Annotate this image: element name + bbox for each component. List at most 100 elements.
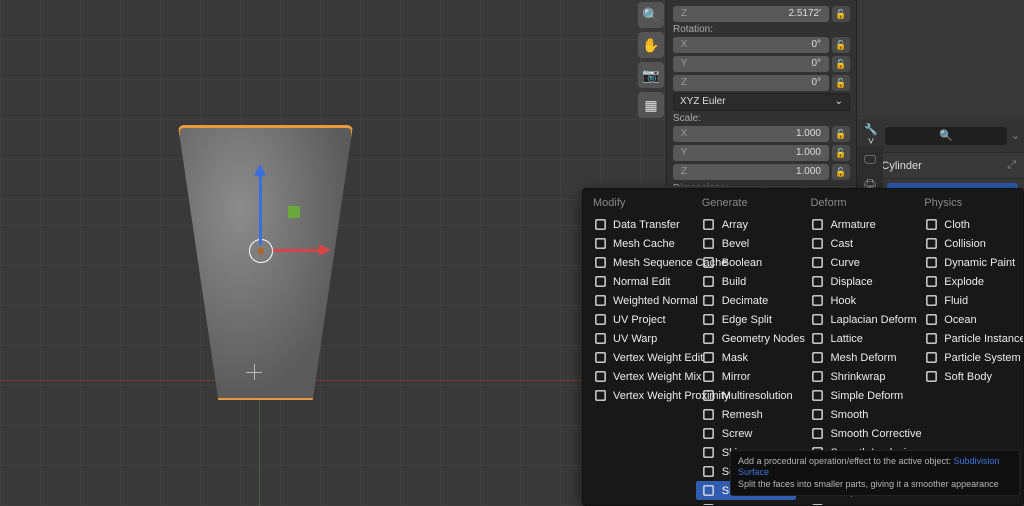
modifier-item-cast[interactable]: Cast (804, 234, 910, 253)
modifier-item-explode[interactable]: Explode (918, 272, 1019, 291)
rotation-mode-dropdown[interactable]: XYZ Euler ⌄ (673, 93, 850, 111)
modifier-item-label: Cast (830, 238, 853, 250)
modifier-item-mirror[interactable]: Mirror (696, 367, 797, 386)
scale-z-input[interactable]: 1.000 (695, 164, 829, 180)
modifier-item-ocean[interactable]: Ocean (918, 310, 1019, 329)
chevron-down-icon: ⌄ (835, 93, 843, 111)
move-view-icon[interactable]: ✋ (638, 32, 664, 58)
viewport-tool-column: 🔍 ✋ 📷 ▦ (636, 0, 666, 120)
modifier-item-label: Boolean (722, 257, 762, 269)
hook-icon (810, 294, 824, 308)
geo-nodes-icon (702, 332, 716, 346)
tooltip: Add a procedural operation/effect to the… (730, 450, 1020, 496)
loc-z-input[interactable]: 2.5172' (695, 6, 829, 22)
rot-x-label: X (673, 37, 695, 53)
modifier-item-lattice[interactable]: Lattice (804, 329, 910, 348)
rot-x-input[interactable]: 0° (695, 37, 829, 53)
camera-icon[interactable]: 📷 (638, 62, 664, 88)
gizmo-x-arrow[interactable] (273, 249, 325, 252)
lock-icon[interactable]: 🔓 (832, 37, 850, 53)
modifier-item-laplacian[interactable]: Laplacian Deform (804, 310, 910, 329)
modifier-item-normal[interactable]: Normal Edit (587, 272, 688, 291)
modifier-item-dynpaint[interactable]: Dynamic Paint (918, 253, 1019, 272)
lock-icon[interactable]: 🔓 (832, 6, 850, 22)
modifier-item-label: Soft Body (944, 371, 992, 383)
modifier-item-geo-nodes[interactable]: Geometry Nodes (696, 329, 797, 348)
pin-icon[interactable]: ⤢ (1007, 159, 1016, 172)
editor-type-icon[interactable]: 🔧˅ (861, 123, 881, 148)
particle-inst-icon (924, 332, 938, 346)
render-tab-icon[interactable]: 🖵 (857, 146, 883, 172)
modifier-item-hook[interactable]: Hook (804, 291, 910, 310)
loc-z-label: Z (673, 6, 695, 22)
zoom-icon[interactable]: 🔍 (638, 2, 664, 28)
modifier-item-label: Data Transfer (613, 219, 680, 231)
modifier-item-shrinkwrap[interactable]: Shrinkwrap (804, 367, 910, 386)
modifier-item-cloth[interactable]: Cloth (918, 215, 1019, 234)
modifier-item-decimate[interactable]: Decimate (696, 291, 797, 310)
modifier-item-armature[interactable]: Armature (804, 215, 910, 234)
modifier-item-vwp[interactable]: Vertex Weight Proximity (587, 386, 688, 405)
gizmo-z-arrow[interactable] (259, 170, 262, 245)
modifier-item-particle-sys[interactable]: Particle System (918, 348, 1019, 367)
npanel-transform: Z 2.5172' 🔓 Rotation: X 0° 🔓 Y 0° 🔓 Z 0°… (666, 0, 856, 186)
scale-y-input[interactable]: 1.000 (695, 145, 829, 161)
modifier-item-particle-inst[interactable]: Particle Instance (918, 329, 1019, 348)
rot-y-input[interactable]: 0° (695, 56, 829, 72)
normal-icon (593, 275, 607, 289)
softbody-icon (924, 370, 938, 384)
modifier-item-softbody[interactable]: Soft Body (918, 367, 1019, 386)
modifier-item-screw[interactable]: Screw (696, 424, 797, 443)
modifier-item-triangulate[interactable]: Triangulate (696, 500, 797, 506)
rot-z-input[interactable]: 0° (695, 75, 829, 91)
dimensions-label: Dimensions: (673, 183, 850, 186)
modifier-item-smooth[interactable]: Smooth (804, 405, 910, 424)
modifier-item-multires[interactable]: Multiresolution (696, 386, 797, 405)
modifier-item-displace[interactable]: Displace (804, 272, 910, 291)
modifier-item-mesh-seq[interactable]: Mesh Sequence Cache (587, 253, 688, 272)
modifier-item-mesh-cache[interactable]: Mesh Cache (587, 234, 688, 253)
lock-icon[interactable]: 🔓 (832, 145, 850, 161)
scale-x-input[interactable]: 1.000 (695, 126, 829, 142)
modifier-item-build[interactable]: Build (696, 272, 797, 291)
modifier-item-mask[interactable]: Mask (696, 348, 797, 367)
gizmo-xy-plane[interactable] (288, 206, 300, 218)
modifier-item-label: Curve (830, 257, 859, 269)
object-name[interactable]: Cylinder (881, 160, 921, 172)
modifier-item-label: Smooth (830, 409, 868, 421)
modifier-item-label: Mesh Cache (613, 238, 675, 250)
lock-icon[interactable]: 🔓 (832, 126, 850, 142)
modifier-item-wave[interactable]: Wave (804, 500, 910, 506)
persp-toggle-icon[interactable]: ▦ (638, 92, 664, 118)
properties-search-input[interactable]: 🔍 (885, 127, 1007, 145)
modifier-item-boolean[interactable]: Boolean (696, 253, 797, 272)
remesh-icon (702, 408, 716, 422)
modifier-item-data-transfer[interactable]: Data Transfer (587, 215, 688, 234)
lattice-icon (810, 332, 824, 346)
modifier-item-mesh-deform[interactable]: Mesh Deform (804, 348, 910, 367)
modifier-item-simple[interactable]: Simple Deform (804, 386, 910, 405)
lock-icon[interactable]: 🔓 (832, 164, 850, 180)
screw-icon (702, 427, 716, 441)
modifier-item-vwm[interactable]: Vertex Weight Mix (587, 367, 688, 386)
modifier-item-remesh[interactable]: Remesh (696, 405, 797, 424)
data-transfer-icon (593, 218, 607, 232)
simple-icon (810, 389, 824, 403)
modifier-item-vwe[interactable]: Vertex Weight Edit (587, 348, 688, 367)
modifier-item-curve[interactable]: Curve (804, 253, 910, 272)
modifier-item-collision[interactable]: Collision (918, 234, 1019, 253)
modifier-item-uv-project[interactable]: UV Project (587, 310, 688, 329)
lock-icon[interactable]: 🔓 (832, 75, 850, 91)
modifier-item-weighted[interactable]: Weighted Normal (587, 291, 688, 310)
explode-icon (924, 275, 938, 289)
modifier-item-edge-split[interactable]: Edge Split (696, 310, 797, 329)
lock-icon[interactable]: 🔓 (832, 56, 850, 72)
modifier-item-uv-warp[interactable]: UV Warp (587, 329, 688, 348)
chevron-down-icon[interactable]: ⌄ (1011, 129, 1020, 142)
wave-icon (810, 503, 824, 506)
modifier-item-label: Array (722, 219, 748, 231)
modifier-item-array[interactable]: Array (696, 215, 797, 234)
modifier-item-bevel[interactable]: Bevel (696, 234, 797, 253)
modifier-item-smooth-corr[interactable]: Smooth Corrective (804, 424, 910, 443)
modifier-item-fluid[interactable]: Fluid (918, 291, 1019, 310)
